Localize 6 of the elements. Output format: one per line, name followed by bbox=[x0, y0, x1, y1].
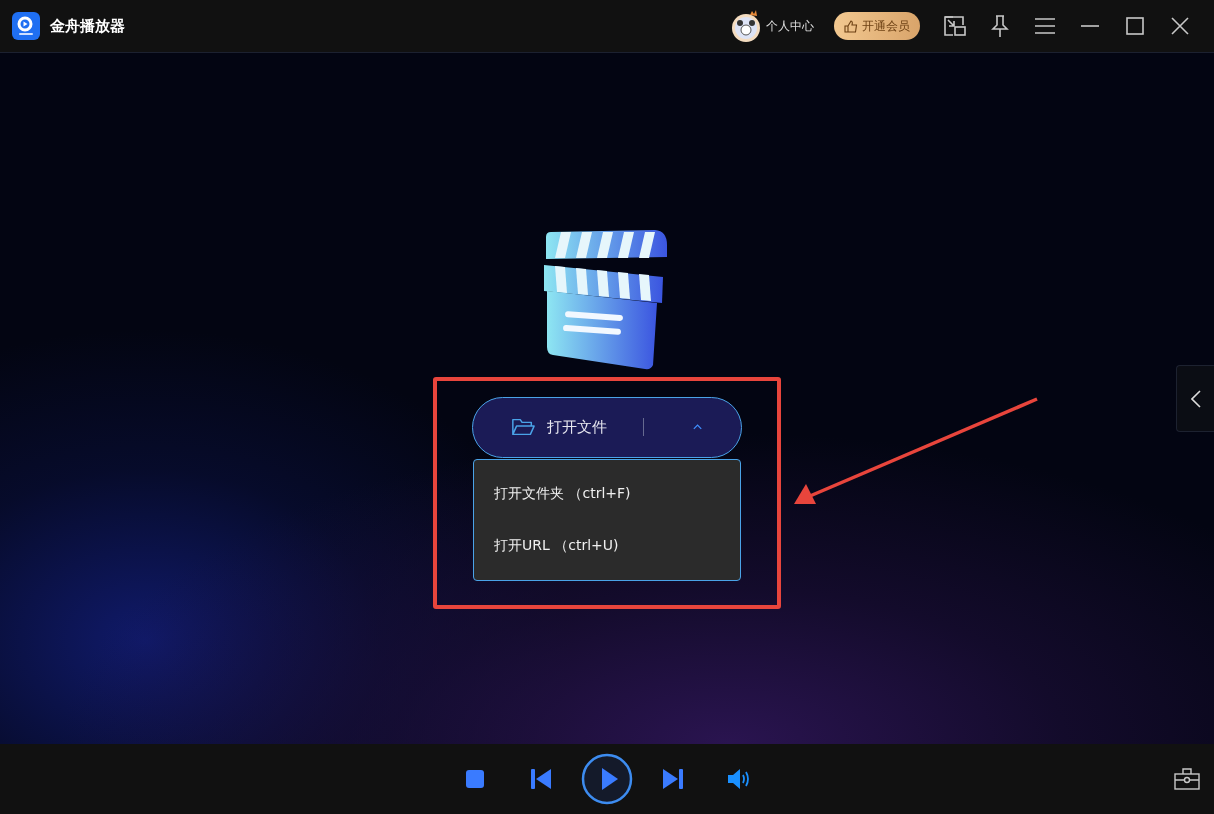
window-title: 金舟播放器 bbox=[50, 16, 125, 36]
menu-item[interactable]: 打开文件夹 （ctrl+F) bbox=[474, 467, 740, 520]
menu-item[interactable]: 打开URL （ctrl+U) bbox=[474, 519, 740, 572]
user-center-link[interactable]: 个人中心 bbox=[766, 17, 814, 35]
open-file-button[interactable]: 打开文件 bbox=[472, 396, 742, 458]
vip-button[interactable]: 开通会员 bbox=[834, 12, 920, 40]
